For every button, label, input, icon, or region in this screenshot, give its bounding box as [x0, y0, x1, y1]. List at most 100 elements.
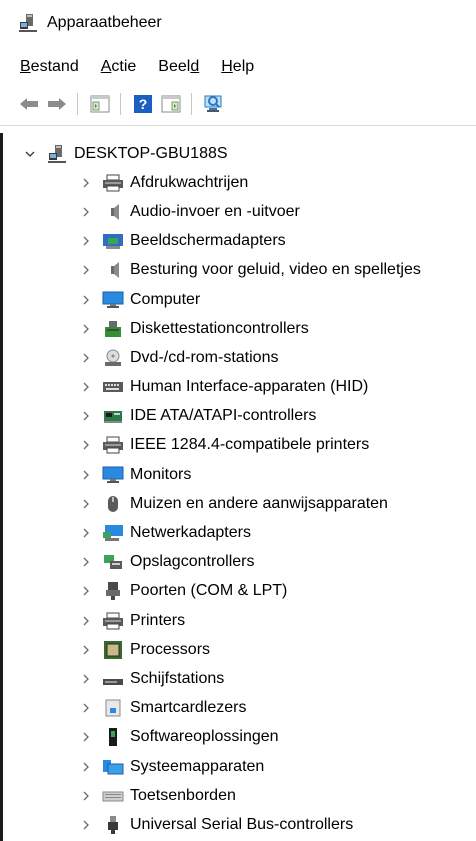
floppy-controller-icon	[102, 319, 124, 339]
chevron-right-icon[interactable]	[79, 497, 93, 511]
toolbar-separator	[120, 93, 121, 115]
device-manager-icon	[18, 13, 38, 33]
ide-controller-icon	[102, 406, 124, 426]
chevron-right-icon[interactable]	[79, 293, 93, 307]
storage-controller-icon	[102, 552, 124, 572]
menu-label-prefix: Beel	[158, 58, 191, 75]
tree-node[interactable]: Computer	[0, 285, 476, 314]
tree-node-label: Toetsenborden	[130, 786, 236, 804]
window-title: Apparaatbeheer	[47, 14, 162, 31]
chevron-right-icon[interactable]	[79, 818, 93, 832]
menu-beeld[interactable]: Beeld	[158, 58, 199, 76]
properties-icon[interactable]	[88, 92, 112, 116]
chevron-right-icon[interactable]	[79, 730, 93, 744]
tree-node-label: Dvd-/cd-rom-stations	[130, 348, 279, 366]
back-arrow-icon[interactable]	[17, 92, 41, 116]
chevron-right-icon[interactable]	[79, 351, 93, 365]
tree-node[interactable]: IDE ATA/ATAPI-controllers	[0, 402, 476, 431]
menu-label-rest: estand	[30, 58, 79, 75]
system-devices-icon	[102, 757, 124, 777]
scan-hardware-icon[interactable]	[202, 92, 226, 116]
tree-node-label: Universal Serial Bus-controllers	[130, 815, 354, 833]
tree-node[interactable]: Beeldschermadapters	[0, 227, 476, 256]
disk-drive-icon	[102, 669, 124, 689]
tree-node-label: Opslagcontrollers	[130, 553, 255, 571]
chevron-down-icon[interactable]	[23, 147, 37, 161]
usb-icon	[102, 815, 124, 835]
tree-node[interactable]: Afdrukwachtrijen	[0, 168, 476, 197]
menu-accelerator-key: d	[190, 58, 200, 75]
chevron-right-icon[interactable]	[79, 789, 93, 803]
help-icon[interactable]: ?	[131, 92, 155, 116]
device-tree-pane[interactable]: DESKTOP-GBU188S Afdrukwachtrijen Audio-inv…	[0, 125, 476, 841]
tree-node[interactable]: Besturing voor geluid, video en spelletj…	[0, 256, 476, 285]
menu-help[interactable]: Help	[221, 58, 254, 76]
tree-node[interactable]: Universal Serial Bus-controllers	[0, 810, 476, 839]
disc-icon	[102, 348, 124, 368]
tree-node[interactable]: Systeemapparaten	[0, 752, 476, 781]
pane-divider	[0, 125, 476, 126]
tree-node-label: IDE ATA/ATAPI-controllers	[130, 407, 317, 425]
tree-node-label: Besturing voor geluid, video en spelletj…	[130, 261, 421, 279]
tree-node-label: Computer	[130, 290, 201, 308]
chevron-right-icon[interactable]	[79, 380, 93, 394]
tree-node-label: Softwareoplossingen	[130, 728, 279, 746]
toolbar-separator	[77, 93, 78, 115]
printer-icon	[102, 611, 124, 631]
tree-node[interactable]: Opslagcontrollers	[0, 548, 476, 577]
tree-node-label: IEEE 1284.4-compatibele printers	[130, 436, 370, 454]
tree-node[interactable]: Dvd-/cd-rom-stations	[0, 343, 476, 372]
tree-node-label: Monitors	[130, 465, 192, 483]
display-adapter-icon	[102, 231, 124, 251]
tree-node[interactable]: Schijfstations	[0, 664, 476, 693]
title-bar: Apparaatbeheer	[0, 0, 476, 46]
chevron-right-icon[interactable]	[79, 701, 93, 715]
tree-node[interactable]: Poorten (COM & LPT)	[0, 577, 476, 606]
tree-node[interactable]: Audio-invoer en -uitvoer	[0, 197, 476, 226]
chevron-right-icon[interactable]	[79, 263, 93, 277]
mouse-icon	[102, 494, 124, 514]
menu-accelerator-key: H	[221, 58, 233, 75]
tree-node[interactable]: Monitors	[0, 460, 476, 489]
processor-icon	[102, 640, 124, 660]
tree-node[interactable]: Human Interface-apparaten (HID)	[0, 373, 476, 402]
show-hidden-icon[interactable]	[159, 92, 183, 116]
tree-node[interactable]: Netwerkadapters	[0, 518, 476, 547]
network-adapter-icon	[102, 523, 124, 543]
chevron-right-icon[interactable]	[79, 234, 93, 248]
tree-node[interactable]: Muizen en andere aanwijsapparaten	[0, 489, 476, 518]
chevron-right-icon[interactable]	[79, 555, 93, 569]
tree-node[interactable]: Printers	[0, 606, 476, 635]
tree-node-label: Diskettestationcontrollers	[130, 319, 309, 337]
chevron-right-icon[interactable]	[79, 643, 93, 657]
speaker-icon	[102, 260, 124, 280]
tree-node[interactable]: Smartcardlezers	[0, 694, 476, 723]
tree-node[interactable]: IEEE 1284.4-compatibele printers	[0, 431, 476, 460]
forward-arrow-icon[interactable]	[45, 92, 69, 116]
chevron-right-icon[interactable]	[79, 322, 93, 336]
tree-node[interactable]: Toetsenborden	[0, 781, 476, 810]
tree-node-label: DESKTOP-GBU188S	[74, 144, 228, 162]
tree-root-node[interactable]: DESKTOP-GBU188S	[0, 139, 476, 168]
menu-bestand[interactable]: Bestand	[20, 58, 79, 76]
menu-actie[interactable]: Actie	[101, 58, 137, 76]
chevron-right-icon[interactable]	[79, 438, 93, 452]
tree-node-label: Processors	[130, 640, 211, 658]
tree-node[interactable]: Softwareoplossingen	[0, 723, 476, 752]
chevron-right-icon[interactable]	[79, 584, 93, 598]
tree-node[interactable]: Processors	[0, 635, 476, 664]
chevron-right-icon[interactable]	[79, 614, 93, 628]
chevron-right-icon[interactable]	[79, 409, 93, 423]
device-tree: DESKTOP-GBU188S Afdrukwachtrijen Audio-inv…	[0, 139, 476, 840]
chevron-right-icon[interactable]	[79, 526, 93, 540]
menu-label-rest: ctie	[111, 58, 137, 75]
tree-node-label: Human Interface-apparaten (HID)	[130, 378, 369, 396]
chevron-right-icon[interactable]	[79, 760, 93, 774]
chevron-right-icon[interactable]	[79, 176, 93, 190]
monitor-icon	[102, 465, 124, 485]
tree-node[interactable]: Diskettestationcontrollers	[0, 314, 476, 343]
chevron-right-icon[interactable]	[79, 205, 93, 219]
chevron-right-icon[interactable]	[79, 468, 93, 482]
tree-node-label: Systeemapparaten	[130, 757, 265, 775]
chevron-right-icon[interactable]	[79, 672, 93, 686]
